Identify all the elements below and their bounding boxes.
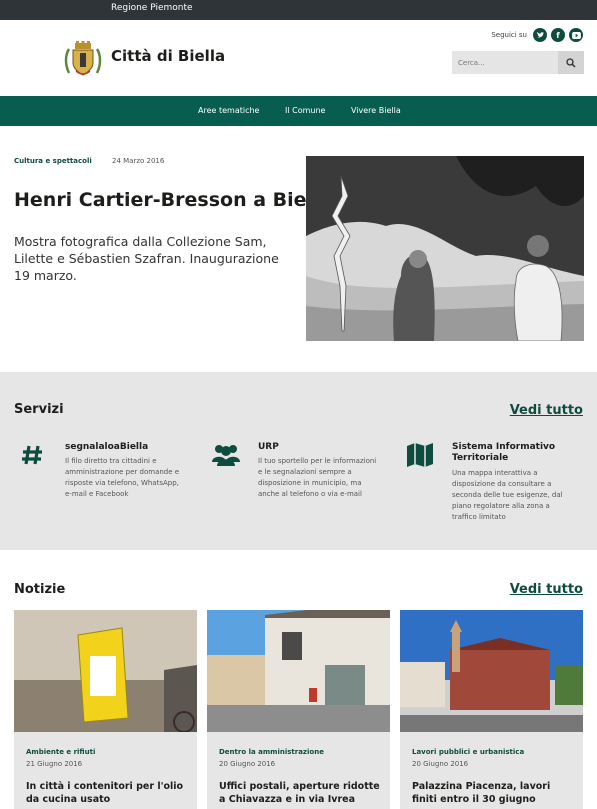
news-card[interactable]: Dentro la amministrazione 20 Giugno 2016… [207,610,390,809]
facebook-icon[interactable]: f [551,28,565,42]
hero-description: Mostra fotografica dalla Collezione Sam,… [14,234,279,283]
service-description: Una mappa interattiva a disposizione da … [452,469,563,521]
news-image[interactable] [207,610,390,732]
map-icon [407,443,433,467]
social-links: Seguici su f [491,28,583,42]
search-input[interactable] [452,51,558,74]
news-see-all-link[interactable]: Vedi tutto [510,582,583,597]
search-button[interactable] [558,51,584,74]
hero-title[interactable]: Henri Cartier-Bresson a Biella [14,189,332,211]
news-title: Notizie [14,582,66,597]
services-see-all-link[interactable]: Vedi tutto [510,403,583,418]
hashtag-icon [22,445,42,465]
news-title-link[interactable]: Uffici postali, aperture ridotte a Chiav… [219,780,381,806]
news-date: 20 Giugno 2016 [219,760,276,768]
news-date: 21 Giugno 2016 [26,760,83,768]
nav-item-il-comune[interactable]: Il Comune [285,106,325,115]
news-image[interactable] [400,610,583,732]
news-card[interactable]: Ambiente e rifiuti 21 Giugno 2016 In cit… [14,610,197,809]
search-box [452,51,584,74]
news-title-link[interactable]: Palazzina Piacenza, lavori finiti entro … [412,780,574,806]
nav-item-aree-tematiche[interactable]: Aree tematiche [198,106,259,115]
service-name[interactable]: URP [258,442,388,453]
news-category[interactable]: Dentro la amministrazione [219,748,324,756]
services-section: Servizi Vedi tutto segnalaloaBiella Il f… [0,372,597,550]
coat-of-arms-logo[interactable] [63,39,103,79]
hero-meta: Cultura e spettacoli 24 Marzo 2016 [14,157,164,165]
twitter-icon[interactable] [533,28,547,42]
hero-category[interactable]: Cultura e spettacoli [14,157,92,165]
news-card[interactable]: Lavori pubblici e urbanistica 20 Giugno … [400,610,583,809]
news-category[interactable]: Ambiente e rifiuti [26,748,95,756]
main-nav: Aree tematiche Il Comune Vivere Biella [0,96,597,126]
social-label: Seguici su [491,31,527,39]
site-name[interactable]: Città di Biella [111,47,225,65]
top-bar: Regione Piemonte [0,0,597,20]
news-title-link[interactable]: In città i contenitori per l'olio da cuc… [26,780,188,806]
hero-photo[interactable] [306,156,584,341]
services-title: Servizi [14,402,64,417]
search-icon [566,57,576,68]
news-category[interactable]: Lavori pubblici e urbanistica [412,748,524,756]
service-description: Il tuo sportello per le informazioni e l… [258,457,377,498]
news-image[interactable] [14,610,197,732]
region-link[interactable]: Regione Piemonte [111,3,193,13]
youtube-icon[interactable] [569,28,583,42]
people-icon [212,445,240,466]
nav-item-vivere-biella[interactable]: Vivere Biella [351,106,401,115]
service-name[interactable]: segnalaloaBiella [65,442,195,453]
site-header: Città di Biella Seguici su f [0,20,597,96]
news-date: 20 Giugno 2016 [412,760,469,768]
hero-date: 24 Marzo 2016 [111,157,165,165]
service-description: Il filo diretto tra cittadini e amminist… [65,457,180,498]
service-name[interactable]: Sistema Informativo Territoriale [452,442,582,464]
